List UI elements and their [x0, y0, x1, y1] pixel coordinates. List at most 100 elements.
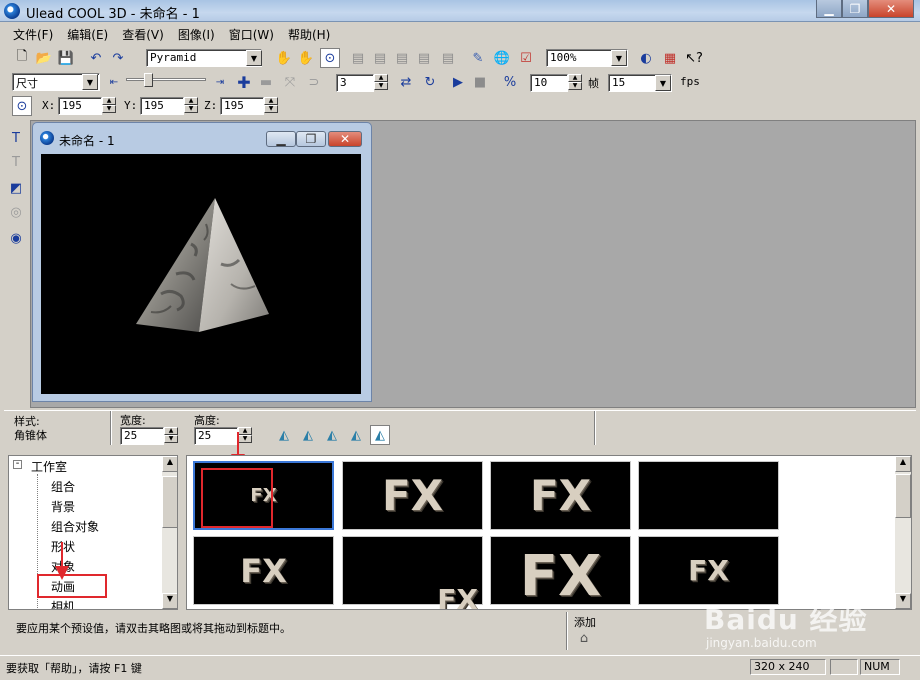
- context-help-icon[interactable]: ↖?: [684, 48, 704, 68]
- remove-keyframe-icon[interactable]: ▬: [256, 72, 276, 92]
- preset-thumbnail[interactable]: FX: [490, 536, 631, 609]
- move-keyframe-icon[interactable]: ⤧: [280, 72, 300, 92]
- fps-chevron-icon[interactable]: ▼: [655, 75, 671, 91]
- first-keyframe-icon[interactable]: ⇤: [104, 72, 124, 92]
- add-keyframe-icon[interactable]: ✚: [234, 72, 254, 92]
- standard-toolbar: 🗋 📂 💾 ↶ ↷ Pyramid ▼ ✋ ✋ ⊙ ▤ ▤ ▤ ▤ ▤ ✎ 🌐 …: [4, 47, 916, 71]
- reverse-icon[interactable]: ⊃: [304, 72, 324, 92]
- pyramid-style-3-icon[interactable]: ◭: [322, 425, 342, 445]
- hand-move-icon[interactable]: ✋: [274, 48, 294, 68]
- x-input[interactable]: 195: [58, 97, 102, 115]
- doc-minimize-button[interactable]: ▁: [266, 131, 296, 147]
- add-preset-icon[interactable]: ⌂: [574, 628, 594, 648]
- insert-geometry-icon[interactable]: ◩: [6, 178, 26, 198]
- align-3-icon[interactable]: ▤: [392, 48, 412, 68]
- close-button[interactable]: ✕: [868, 0, 914, 18]
- pyramid-style-5-icon[interactable]: ◭: [370, 425, 390, 445]
- width-input[interactable]: 25: [120, 427, 164, 445]
- doc-maximize-button[interactable]: ❐: [296, 131, 326, 147]
- fps-label: fps: [680, 75, 700, 88]
- menu-view[interactable]: 查看(V): [115, 26, 171, 43]
- save-icon[interactable]: 💾: [56, 48, 76, 68]
- tree-item-camera[interactable]: 相机: [51, 598, 75, 609]
- tree-item-group-object[interactable]: 组合对象: [51, 518, 99, 535]
- attribute-chevron-icon[interactable]: ▼: [82, 74, 98, 90]
- timeline-thumb[interactable]: [144, 73, 153, 87]
- divider: [594, 411, 596, 445]
- render-canvas[interactable]: [41, 154, 361, 394]
- align-2-icon[interactable]: ▤: [370, 48, 390, 68]
- doc-close-button[interactable]: ✕: [328, 131, 362, 147]
- current-frame-input[interactable]: 3: [336, 74, 374, 92]
- object-select[interactable]: Pyramid: [146, 49, 262, 67]
- document-icon: [40, 131, 54, 145]
- z-spinner[interactable]: ▲ ▼: [264, 97, 278, 113]
- maximize-button[interactable]: ❐: [842, 0, 868, 18]
- minimize-button[interactable]: ▁: [816, 0, 842, 18]
- zoom-chevron-icon[interactable]: ▼: [611, 50, 627, 66]
- render-icon[interactable]: ◐: [636, 48, 656, 68]
- preset-gallery[interactable]: FX FX FX FX FX FX FX ▲ ▼: [186, 455, 912, 610]
- menu-window[interactable]: 窗口(W): [222, 26, 281, 43]
- preset-thumbnail[interactable]: FX: [638, 536, 779, 605]
- swap-icon[interactable]: ⇄: [396, 72, 416, 92]
- object-select-chevron-icon[interactable]: ▼: [246, 50, 262, 66]
- pyramid-graphic[interactable]: [41, 154, 361, 394]
- open-icon[interactable]: 📂: [34, 48, 54, 68]
- globe-icon[interactable]: 🌐: [492, 48, 512, 68]
- menu-image[interactable]: 图像(I): [171, 26, 222, 43]
- preset-thumbnail[interactable]: FX: [342, 536, 483, 609]
- preset-thumbnail[interactable]: FX: [490, 461, 631, 530]
- tree-root[interactable]: 工作室: [31, 458, 67, 475]
- document-title: 未命名 - 1: [59, 134, 115, 148]
- last-keyframe-icon[interactable]: ⇥: [210, 72, 230, 92]
- pyramid-style-2-icon[interactable]: ◭: [298, 425, 318, 445]
- timeline-slider[interactable]: [126, 78, 206, 81]
- redo-icon[interactable]: ↷: [108, 48, 128, 68]
- tree-item-background[interactable]: 背景: [51, 498, 75, 515]
- easy-palette-tree[interactable]: - 工作室 组合 背景 组合对象 形状 对象 动画 相机 ▲ ▼: [8, 455, 178, 610]
- new-icon[interactable]: 🗋: [12, 48, 32, 68]
- align-1-icon[interactable]: ▤: [348, 48, 368, 68]
- menu-help[interactable]: 帮助(H): [281, 26, 337, 43]
- pyramid-style-1-icon[interactable]: ◭: [274, 425, 294, 445]
- watermark-brand: Baidu 经验: [704, 603, 868, 636]
- preset-thumbnail[interactable]: FX: [193, 536, 334, 605]
- menu-edit[interactable]: 编辑(E): [60, 26, 115, 43]
- position-tool-icon[interactable]: ⊙: [12, 96, 32, 116]
- image-icon[interactable]: ▦: [660, 48, 680, 68]
- preset-thumbnail[interactable]: [638, 461, 779, 530]
- size-tool-icon[interactable]: ⊙: [320, 48, 340, 68]
- insert-shape-icon[interactable]: ◉: [6, 228, 26, 248]
- total-frames-spinner[interactable]: ▲ ▼: [568, 74, 582, 90]
- insert-text-icon[interactable]: T: [6, 128, 26, 148]
- edit-geometry-icon[interactable]: ◎: [6, 202, 26, 222]
- preset-thumbnail[interactable]: FX: [342, 461, 483, 530]
- play-icon[interactable]: ▶: [448, 72, 468, 92]
- align-4-icon[interactable]: ▤: [414, 48, 434, 68]
- collapse-icon[interactable]: -: [13, 459, 22, 469]
- x-spinner[interactable]: ▲ ▼: [102, 97, 116, 113]
- edit-text-icon[interactable]: T: [6, 152, 26, 172]
- loop-icon[interactable]: ↻: [420, 72, 440, 92]
- light-icon[interactable]: ✎: [468, 48, 488, 68]
- gallery-scrollbar[interactable]: ▲ ▼: [895, 456, 911, 609]
- y-input[interactable]: 195: [140, 97, 184, 115]
- y-spinner[interactable]: ▲ ▼: [184, 97, 198, 113]
- document-window[interactable]: 未命名 - 1 ▁ ❐ ✕: [32, 122, 372, 402]
- tree-scrollbar[interactable]: ▲ ▼: [162, 456, 177, 609]
- stop-icon[interactable]: ■: [470, 72, 490, 92]
- undo-icon[interactable]: ↶: [86, 48, 106, 68]
- hand-rotate-icon[interactable]: ✋: [296, 48, 316, 68]
- total-frames-input[interactable]: 10: [530, 74, 568, 92]
- width-spinner[interactable]: ▲ ▼: [164, 427, 178, 443]
- align-5-icon[interactable]: ▤: [438, 48, 458, 68]
- tree-item-group[interactable]: 组合: [51, 478, 75, 495]
- status-num-lock: NUM: [860, 659, 900, 675]
- menu-file[interactable]: 文件(F): [6, 26, 60, 43]
- z-input[interactable]: 195: [220, 97, 264, 115]
- pyramid-style-4-icon[interactable]: ◭: [346, 425, 366, 445]
- chart-icon[interactable]: ☑: [516, 48, 536, 68]
- percent-icon[interactable]: %: [500, 72, 520, 92]
- current-frame-spinner[interactable]: ▲ ▼: [374, 74, 388, 90]
